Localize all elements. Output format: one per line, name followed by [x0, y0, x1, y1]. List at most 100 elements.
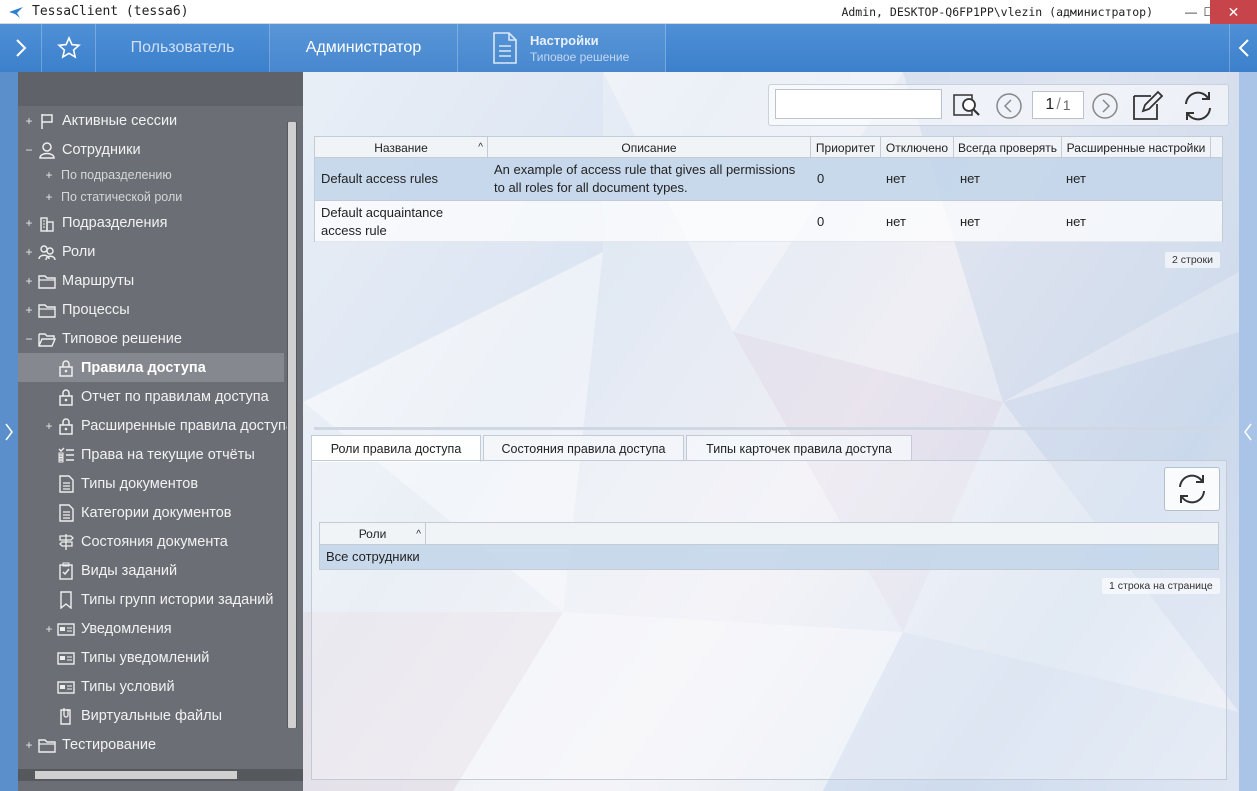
sidebar-item-label: Виртуальные файлы [81, 707, 222, 724]
column-header-name[interactable]: Название ^ [315, 137, 488, 158]
table-row[interactable]: Default acquaintance access rule 0 нет н… [315, 200, 1222, 242]
cell-priority: 0 [817, 213, 825, 229]
sidebar-item[interactable]: + По статической роли [18, 186, 284, 208]
search-toolbar: 1 / 1 [768, 84, 1229, 126]
scroll-thumb[interactable] [288, 122, 296, 728]
column-header-label: Всегда проверять [957, 140, 1058, 155]
sidebar-item[interactable]: + По подразделению [18, 164, 284, 186]
right-panel-toggle[interactable] [1239, 72, 1257, 791]
collapse-icon[interactable]: − [23, 143, 35, 157]
sidebar-item[interactable]: + Подразделения [18, 208, 284, 237]
sidebar-item[interactable]: + Тестирование [18, 730, 284, 759]
sidebar-item[interactable]: + Расширенные правила доступа [18, 411, 294, 440]
notification-icon [57, 620, 75, 638]
sidebar-item[interactable]: Типы групп истории заданий [18, 585, 284, 614]
next-page-button[interactable] [1091, 92, 1119, 120]
edit-button[interactable] [1129, 89, 1167, 123]
sidebar-item[interactable]: + Процессы [18, 295, 284, 324]
column-header-description[interactable]: Описание [488, 137, 811, 158]
expand-icon[interactable]: + [23, 274, 35, 288]
column-header-roles[interactable]: Роли ^ [320, 523, 426, 545]
expand-icon[interactable]: + [23, 245, 35, 259]
sidebar-item[interactable]: − Типовое решение [18, 324, 284, 353]
expand-icon[interactable]: + [43, 622, 55, 636]
sidebar-item[interactable]: Типы условий [18, 672, 284, 701]
refresh-button[interactable] [1175, 88, 1221, 124]
table-row[interactable]: Default access rules An example of acces… [315, 158, 1222, 200]
expand-icon[interactable]: + [23, 303, 35, 317]
tab-access-rule-card-types[interactable]: Типы карточек правила доступа [686, 435, 912, 461]
sidebar-item[interactable]: Типы уведомлений [18, 643, 284, 672]
signpost-icon [57, 533, 75, 551]
sidebar-item[interactable]: Состояния документа [18, 527, 284, 556]
tab-administrator[interactable]: Администратор [270, 24, 458, 72]
sidebar-vertical-scrollbar[interactable] [287, 122, 297, 728]
expand-icon[interactable]: + [23, 216, 35, 230]
expand-icon[interactable]: + [23, 114, 35, 128]
sidebar-item-label: Категории документов [81, 504, 232, 521]
search-button[interactable] [949, 90, 985, 120]
edit-icon [1133, 90, 1164, 120]
expand-sidebar-button[interactable] [0, 24, 42, 72]
sidebar-item-label: Права на текущие отчёты [81, 446, 255, 463]
cell-extended-settings: нет [1066, 213, 1086, 229]
tab-user[interactable]: Пользователь [96, 24, 270, 72]
cell-role: Все сотрудники [326, 549, 420, 564]
total-pages: 1 [1062, 97, 1071, 113]
sidebar-horizontal-scrollbar[interactable] [18, 769, 303, 781]
expand-icon[interactable]: + [43, 168, 55, 182]
sidebar-item[interactable]: Виды заданий [18, 556, 284, 585]
sidebar-item-label: Маршруты [62, 272, 135, 289]
previous-page-button[interactable] [995, 92, 1023, 120]
favorites-button[interactable] [42, 24, 96, 72]
column-header-always-check[interactable]: Всегда проверять [954, 137, 1062, 158]
arrow-left-circle-icon [996, 93, 1022, 119]
search-input[interactable] [775, 89, 942, 119]
sidebar-item[interactable]: + Активные сессии [18, 106, 284, 135]
sidebar-item[interactable]: Виртуальные файлы [18, 701, 284, 730]
expand-icon[interactable]: + [43, 419, 55, 433]
folder-icon [38, 736, 56, 754]
lock-icon [57, 417, 75, 435]
building-icon [38, 214, 56, 232]
refresh-icon [1185, 91, 1211, 121]
close-button[interactable]: ✕ [1210, 0, 1257, 24]
sidebar-item[interactable]: Отчет по правилам доступа [18, 382, 284, 411]
sidebar-item-label: По статической роли [61, 190, 183, 204]
refresh-icon [1179, 474, 1205, 504]
tab-access-rule-roles[interactable]: Роли правила доступа [311, 435, 481, 462]
sidebar-item[interactable]: + Роли [18, 237, 284, 266]
minimize-button[interactable]: — [1181, 0, 1201, 24]
collapse-icon[interactable]: − [23, 332, 35, 346]
column-header-label: Расширенные настройки [1066, 140, 1206, 155]
scroll-thumb[interactable] [35, 771, 237, 779]
navigation-tree: + Активные сессии − Сотрудники + По подраздел… [18, 106, 294, 759]
refresh-roles-button[interactable] [1164, 467, 1220, 511]
sidebar-item[interactable]: + Маршруты [18, 266, 284, 295]
panel-splitter[interactable] [314, 427, 1223, 430]
sidebar-item-label: По подразделению [61, 168, 172, 182]
people-icon [38, 243, 56, 261]
expand-icon[interactable]: + [43, 190, 55, 204]
table-row[interactable]: Все сотрудники [320, 545, 1218, 569]
column-header-priority[interactable]: Приоритет [811, 137, 881, 158]
expand-icon[interactable]: + [23, 738, 35, 752]
sidebar-item[interactable]: + Уведомления [18, 614, 284, 643]
notification-icon [57, 649, 75, 667]
page-indicator[interactable]: 1 / 1 [1032, 91, 1084, 119]
sidebar-item[interactable]: Права на текущие отчёты [18, 440, 284, 469]
sidebar-item[interactable]: Типы документов [18, 469, 284, 498]
sidebar-item[interactable]: Правила доступа [18, 353, 284, 382]
cell-always-check: нет [960, 213, 980, 229]
column-header-disabled[interactable]: Отключено [881, 137, 954, 158]
collapse-right-panel-button[interactable] [1229, 24, 1257, 72]
left-panel-toggle[interactable] [0, 72, 18, 791]
window-title: TessaClient (tessa6) [32, 4, 189, 19]
cell-extended-settings: нет [1066, 171, 1086, 186]
sidebar-item[interactable]: − Сотрудники [18, 135, 284, 164]
tab-access-rule-states[interactable]: Состояния правила доступа [483, 435, 684, 461]
column-header-extended-settings[interactable]: Расширенные настройки [1062, 137, 1211, 158]
navigation-sidebar: + Активные сессии − Сотрудники + По подраздел… [18, 72, 303, 791]
tab-settings[interactable]: Настройки Типовое решение [458, 24, 666, 72]
sidebar-item[interactable]: Категории документов [18, 498, 284, 527]
